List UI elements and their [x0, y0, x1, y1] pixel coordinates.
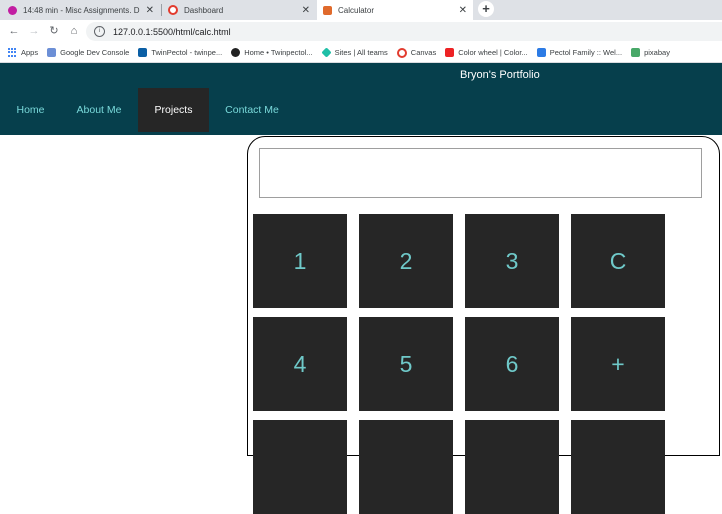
key-6[interactable]: 6	[465, 317, 559, 411]
sites-icon	[320, 47, 332, 58]
key-1[interactable]: 1	[253, 214, 347, 308]
key-4[interactable]: 4	[253, 317, 347, 411]
tab-title: 14:48 min - Misc Assignments. D	[23, 5, 140, 15]
bookmarks-bar: Apps Google Dev Console TwinPectol - twi…	[0, 43, 722, 63]
key-row3-col2[interactable]	[359, 420, 453, 514]
nav-home[interactable]: Home	[4, 88, 57, 132]
site-header: Bryon's Portfolio	[0, 63, 722, 88]
key-plus[interactable]: +	[571, 317, 665, 411]
reload-icon[interactable]: ↻	[46, 23, 62, 39]
key-row3-col4[interactable]	[571, 420, 665, 514]
recording-icon	[8, 5, 17, 15]
bookmark-label: Pectol Family :: Wel...	[549, 48, 623, 57]
bookmark-label: Canvas	[410, 48, 437, 57]
bookmark-label: Sites | All teams	[334, 48, 388, 57]
page-viewport: Bryon's Portfolio Home About Me Projects…	[0, 63, 722, 514]
pectol-family-icon	[536, 48, 546, 57]
key-row3-col1[interactable]	[253, 420, 347, 514]
bookmark-label: TwinPectol - twinpe...	[151, 48, 223, 57]
bookmark-google-dev-console[interactable]: Google Dev Console	[47, 48, 129, 57]
back-arrow-icon[interactable]: ←	[6, 23, 22, 39]
site-nav: Home About Me Projects Contact Me	[0, 88, 722, 135]
key-row3-col3[interactable]	[465, 420, 559, 514]
bookmark-color-wheel[interactable]: Color wheel | Color...	[445, 48, 528, 57]
bookmark-pectol-family[interactable]: Pectol Family :: Wel...	[536, 48, 623, 57]
tab-title: Calculator	[338, 5, 375, 15]
bookmark-twinpectol[interactable]: TwinPectol - twinpe...	[138, 48, 222, 57]
tab-dashboard[interactable]: Dashboard ✕	[162, 0, 316, 20]
site-title: Bryon's Portfolio	[460, 69, 540, 81]
calculator-display[interactable]	[259, 148, 702, 198]
bookmark-pixabay[interactable]: pixabay	[631, 48, 670, 57]
address-url[interactable]: 127.0.0.1:5500/html/calc.html	[113, 27, 231, 37]
calculator-icon	[323, 5, 332, 15]
bookmark-twinpectol-home[interactable]: Home • Twinpectol...	[231, 48, 313, 57]
nav-contact-me[interactable]: Contact Me	[216, 88, 288, 132]
key-3[interactable]: 3	[465, 214, 559, 308]
apps-grid-icon	[8, 48, 17, 57]
nav-projects[interactable]: Projects	[138, 88, 209, 132]
canvas-icon	[396, 47, 407, 58]
canvas-icon	[168, 5, 178, 15]
nav-about-me[interactable]: About Me	[66, 88, 132, 132]
close-icon[interactable]: ✕	[459, 5, 467, 16]
bookmark-label: Color wheel | Color...	[458, 48, 528, 57]
bookmark-canvas[interactable]: Canvas	[396, 47, 437, 58]
bookmark-label: Apps	[21, 48, 39, 57]
tab-calculator[interactable]: Calculator ✕	[317, 0, 473, 20]
bookmark-label: pixabay	[644, 48, 670, 57]
tab-strip: 14:48 min - Misc Assignments. D ✕ Dashbo…	[0, 0, 722, 20]
home-icon[interactable]: ⌂	[66, 23, 82, 39]
bookmark-label: Google Dev Console	[60, 48, 130, 57]
key-2[interactable]: 2	[359, 214, 453, 308]
adobe-icon	[445, 48, 455, 57]
close-icon[interactable]: ✕	[302, 5, 310, 16]
new-tab-button[interactable]: +	[478, 1, 494, 17]
tab-misc-assignments[interactable]: 14:48 min - Misc Assignments. D ✕	[2, 0, 160, 20]
twinpectol-icon	[138, 48, 148, 57]
calculator: 1 2 3 C 4 5 6 +	[247, 136, 720, 514]
tab-title: Dashboard	[184, 5, 224, 15]
bookmark-label: Home • Twinpectol...	[244, 48, 313, 57]
twinpectol-home-icon	[231, 48, 241, 57]
pixabay-icon	[631, 48, 641, 57]
forward-arrow-icon[interactable]: →	[26, 23, 42, 39]
address-bar[interactable]: i 127.0.0.1:5500/html/calc.html	[86, 22, 722, 41]
site-info-icon[interactable]: i	[94, 26, 105, 37]
key-clear[interactable]: C	[571, 214, 665, 308]
key-5[interactable]: 5	[359, 317, 453, 411]
bookmark-apps[interactable]: Apps	[8, 48, 38, 57]
bookmark-sites[interactable]: Sites | All teams	[320, 47, 388, 58]
close-icon[interactable]: ✕	[146, 5, 154, 16]
browser-toolbar: ← → ↻ ⌂ i 127.0.0.1:5500/html/calc.html	[0, 20, 722, 43]
dev-console-icon	[47, 48, 57, 57]
